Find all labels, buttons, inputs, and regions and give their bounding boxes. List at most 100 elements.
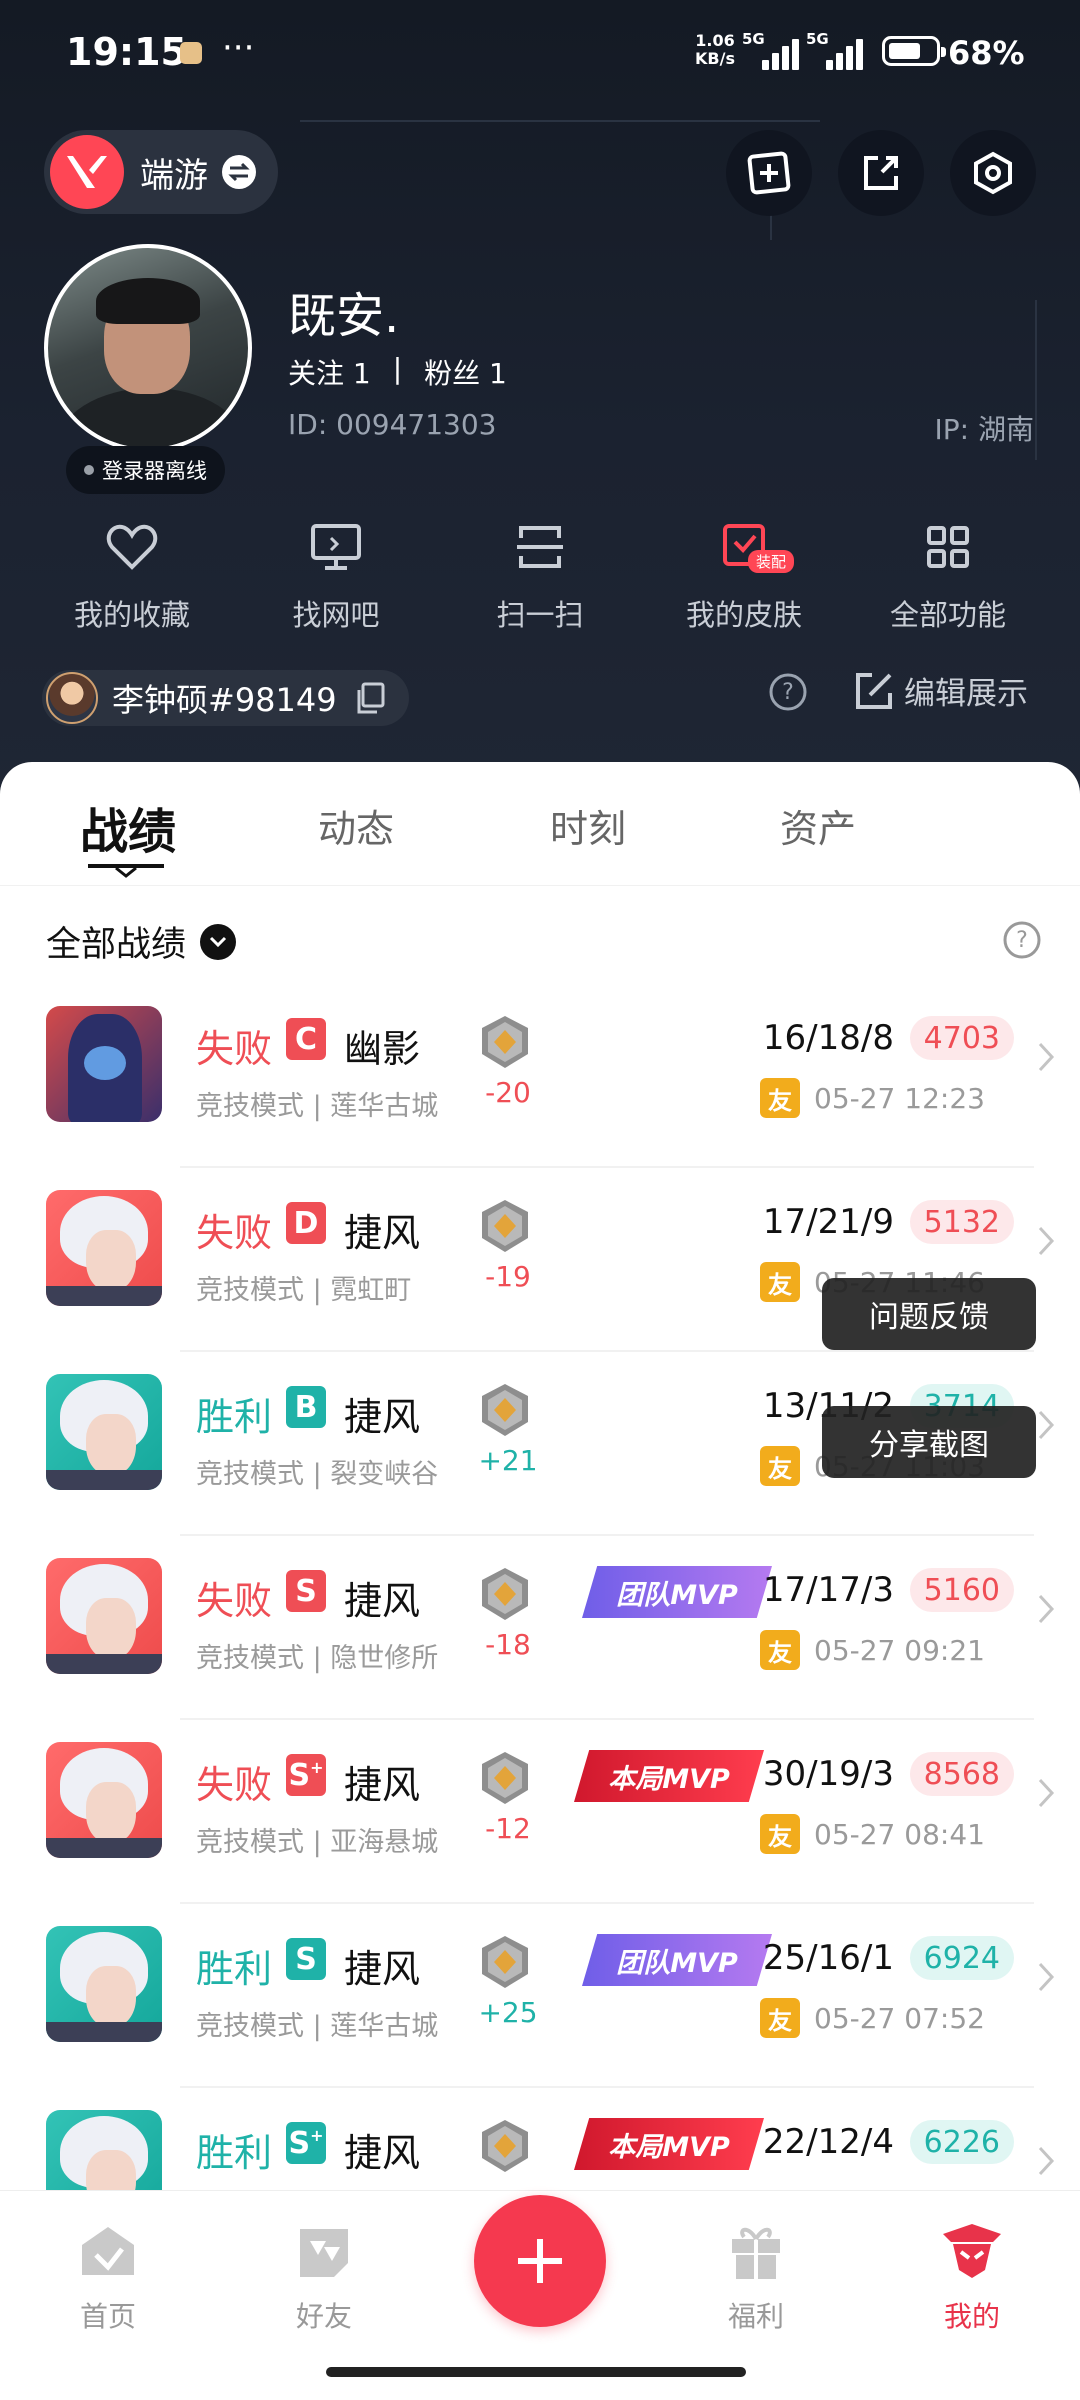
match-result: 胜利 [196, 2131, 273, 2175]
friend-tag: 友 [760, 1998, 800, 2038]
records-help-icon[interactable]: ? [1002, 920, 1042, 960]
follow-stats: 关注 1 | 粉丝 1 [288, 352, 507, 392]
active-tab-indicator [88, 864, 164, 878]
combat-score: 5160 [909, 1568, 1014, 1612]
copy-icon[interactable] [355, 682, 385, 714]
my-skins-button[interactable]: 装配 我的皮肤 [642, 516, 846, 634]
tab-activity[interactable]: 动态 [318, 798, 394, 853]
match-result: 失败 [196, 1579, 273, 1623]
network-speed: 1.06 KB/s [695, 32, 735, 68]
nav-friends[interactable]: 好友 [254, 2219, 394, 2335]
agent-name: 捷风 [344, 1579, 421, 1623]
match-time: 05-27 12:23 [814, 1082, 985, 1115]
edit-display-label: 编辑展示 [904, 676, 1028, 712]
nav-benefits[interactable]: 福利 [686, 2219, 826, 2335]
combat-score: 4703 [909, 1016, 1014, 1060]
chevron-right-icon [1038, 1962, 1055, 1992]
match-row[interactable]: 失败 C 幽影 竞技模式 | 莲华古城 -20 16/18/8 4703 友 05-27 12:… [0, 984, 1080, 1168]
match-mode-map: 竞技模式 | 莲华古城 [196, 2011, 439, 2042]
match-time: 05-27 09:21 [814, 1634, 985, 1667]
all-functions-button[interactable]: 全部功能 [846, 516, 1050, 634]
share-icon [864, 156, 898, 190]
kda: 22/12/4 [762, 2122, 894, 2162]
game-switch-button[interactable]: 端游 [44, 130, 278, 214]
find-netcafe-label: 找网吧 [292, 598, 380, 632]
nav-profile[interactable]: 我的 [902, 2219, 1042, 2335]
rank-rating-change: -18 [485, 1628, 531, 1661]
create-post-button[interactable] [474, 2195, 606, 2327]
match-row[interactable]: 失败 S 捷风 竞技模式 | 隐世修所 -18 团队MVP 17/17/3 5160 友 05-2… [0, 1536, 1080, 1720]
edit-display-button[interactable]: 编辑展示 [854, 668, 1028, 713]
chevron-right-icon [1038, 1226, 1055, 1256]
rank-icon [482, 1016, 528, 1068]
status-bar: 19:15 ··· 1.06 KB/s 5G 5G 68% [0, 0, 1080, 108]
friends-icon [300, 2229, 348, 2277]
share-button[interactable] [838, 130, 924, 216]
battery-percent: 68% [948, 34, 1025, 72]
match-row[interactable]: 失败 S + 捷风 竞技模式 | 亚海悬城 -12 本局MVP 30/19/3 8568 友 05-… [0, 1720, 1080, 1904]
add-card-button[interactable] [726, 130, 812, 216]
mvp-badge: 团队MVP [582, 1934, 772, 1986]
gift-icon [732, 2227, 780, 2279]
kda: 30/19/3 [762, 1754, 894, 1794]
fans-count[interactable]: 粉丝 1 [424, 352, 507, 392]
performance-grade: C [286, 1018, 326, 1060]
match-mode-map: 竞技模式 | 隐世修所 [196, 1643, 439, 1674]
mvp-badge: 团队MVP [582, 1566, 772, 1618]
kda: 17/17/3 [762, 1570, 894, 1610]
add-card-icon [747, 151, 791, 195]
grade-plus: + [310, 2125, 324, 2145]
network-speed-value: 1.06 [695, 31, 735, 50]
nav-friends-label: 好友 [295, 2300, 352, 2333]
kda: 16/18/8 [762, 1018, 894, 1058]
match-mode-map: 竞技模式 | 裂变峡谷 [196, 1459, 439, 1490]
scan-button[interactable]: 扫一扫 [438, 516, 642, 634]
records-filter-dropdown[interactable]: 全部战绩 [46, 916, 237, 967]
tab-records[interactable]: 战绩 [80, 792, 176, 862]
signal-icon: 5G [806, 30, 866, 70]
agent-name: 捷风 [344, 1763, 421, 1807]
help-icon[interactable]: ? [768, 672, 808, 712]
riot-id-pill[interactable]: 李钟硕#98149 [42, 670, 409, 726]
following-count[interactable]: 关注 1 [288, 352, 371, 392]
performance-grade: S [286, 1938, 326, 1980]
agent-portrait [46, 1006, 162, 1122]
match-row[interactable]: 胜利 S 捷风 竞技模式 | 莲华古城 +25 团队MVP 25/16/1 6924 友 05-2… [0, 1904, 1080, 2088]
favorites-button[interactable]: 我的收藏 [30, 516, 234, 634]
svg-text:?: ? [1016, 928, 1028, 953]
match-result: 胜利 [196, 1395, 273, 1439]
home-indicator [326, 2367, 746, 2377]
chevron-right-icon [1038, 1778, 1055, 1808]
grade-letter: S [288, 2125, 311, 2161]
settings-button[interactable] [950, 130, 1036, 216]
plus-icon [518, 2239, 562, 2283]
rank-icon [482, 1384, 528, 1436]
match-time: 05-27 08:41 [814, 1818, 985, 1851]
settings-hexagon-icon [974, 151, 1012, 195]
scan-icon [517, 526, 563, 568]
function-row: 我的收藏 找网吧 扫一扫 装配 我的皮肤 全部功能 [0, 516, 1080, 634]
riot-avatar [46, 672, 98, 724]
share-screenshot-menu-item[interactable]: 分享截图 [822, 1406, 1036, 1478]
combat-score: 8568 [909, 1752, 1014, 1796]
tab-moments[interactable]: 时刻 [550, 798, 626, 853]
avatar[interactable] [44, 244, 252, 452]
match-result: 胜利 [196, 1947, 273, 1991]
login-status-label: 登录器离线 [102, 459, 207, 483]
grid-icon [927, 526, 969, 568]
nav-home[interactable]: 首页 [38, 2219, 178, 2335]
chevron-down-icon [200, 923, 237, 960]
agent-name: 幽影 [344, 1027, 421, 1071]
feedback-menu-item[interactable]: 问题反馈 [822, 1278, 1036, 1350]
match-mode-map: 竞技模式 | 霓虹町 [196, 1275, 412, 1306]
rank-rating-change: -20 [485, 1076, 531, 1109]
rank-icon [482, 1936, 528, 1988]
rank-icon [482, 1752, 528, 1804]
valorant-logo-icon [50, 135, 124, 209]
find-netcafe-button[interactable]: 找网吧 [234, 516, 438, 634]
agent-portrait [46, 1742, 162, 1858]
tab-assets[interactable]: 资产 [780, 798, 856, 853]
grade-letter: D [293, 1205, 319, 1241]
tab-bar: 战绩 动态 时刻 资产 [0, 762, 1080, 886]
network-speed-unit: KB/s [695, 49, 735, 68]
